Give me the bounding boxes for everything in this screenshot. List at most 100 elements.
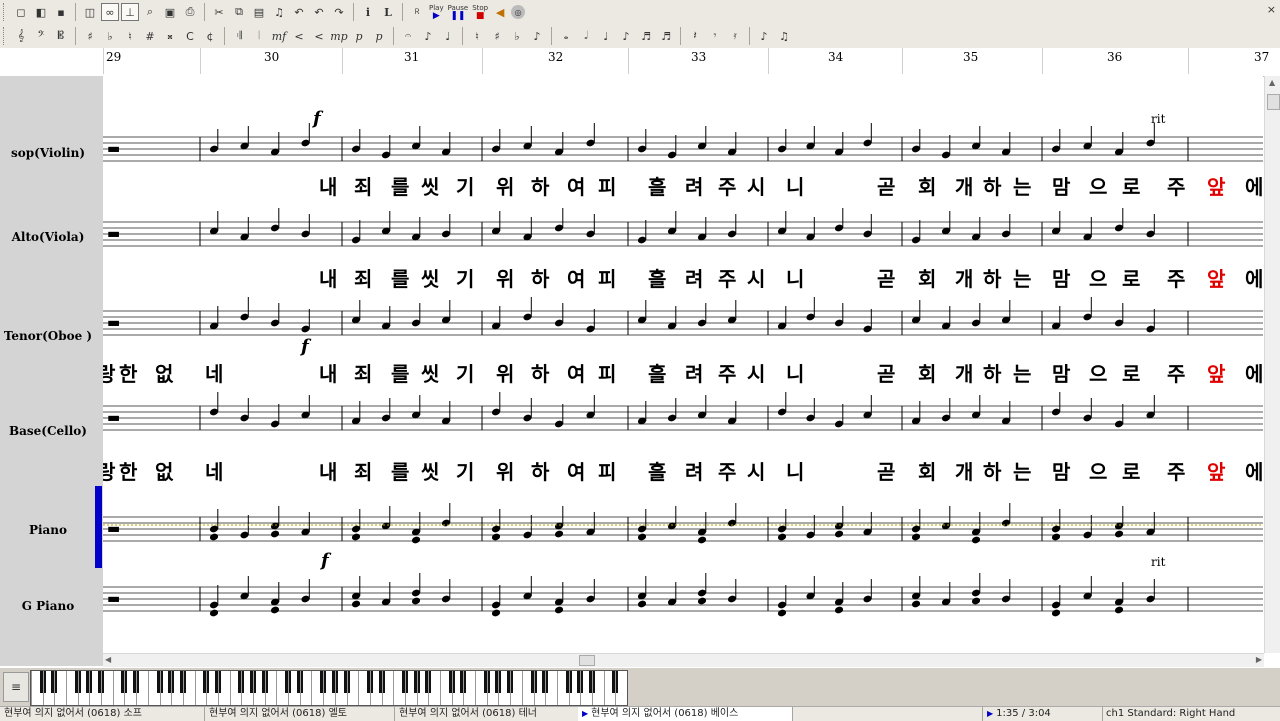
key-sharp-icon[interactable]: ♯: [81, 27, 99, 45]
thirty-second-note-icon[interactable]: ♬: [657, 27, 675, 45]
lyric-syllable: 내: [319, 460, 337, 484]
lyric-syllable: 주: [718, 267, 736, 291]
half-note-icon[interactable]: 𝅗𝅥: [577, 27, 595, 45]
track-tab-soprano[interactable]: 현부여 의지 없어서 (0618) 소프: [0, 707, 205, 721]
track-name-soprano[interactable]: sop(Violin): [0, 146, 96, 160]
crescendo-icon[interactable]: <: [290, 27, 308, 45]
sixteenth-rest-icon[interactable]: 𝄿: [726, 27, 744, 45]
measure-number: 36: [1107, 50, 1123, 64]
treble-clef-icon[interactable]: 𝄞: [12, 27, 30, 45]
undo-all-icon[interactable]: ↶: [290, 3, 308, 21]
flat-icon[interactable]: ♭: [508, 27, 526, 45]
sharp-icon[interactable]: ♯: [488, 27, 506, 45]
metronome-icon[interactable]: ◎: [511, 5, 526, 19]
dynamic-mp-icon[interactable]: mp: [330, 27, 348, 45]
score-canvas[interactable]: ▬ ▬ ▬ ▬ ▬ ▬ f f f rit rit 내 죄 를 씻 기 위 하 여 피 흘 려 주 시 니 곧 회 개 하 는 맘 으 로 주 앞 에…: [103, 76, 1263, 653]
cut-icon[interactable]: ✂: [210, 3, 228, 21]
save-icon[interactable]: ▪: [52, 3, 70, 21]
white-key-divider: [556, 671, 558, 705]
lyrics-icon[interactable]: L: [379, 3, 397, 21]
note-input-icon[interactable]: ♫: [270, 3, 288, 21]
scroll-right-icon[interactable]: ▶: [1256, 655, 1262, 664]
repeat-bar-icon[interactable]: 𝄇: [230, 27, 248, 45]
stop-button[interactable]: Stop ■: [471, 3, 489, 21]
ruler-tick: [482, 48, 483, 74]
measure-ruler[interactable]: 29 30 31 32 33 34 35 36 37: [0, 48, 1280, 77]
print-preview-icon[interactable]: ▣: [161, 3, 179, 21]
dynamic-p-icon[interactable]: p: [350, 27, 368, 45]
track-name-alto[interactable]: Alto(Viola): [0, 230, 96, 244]
vertical-scrollbar[interactable]: ▲: [1264, 76, 1280, 653]
track-tab-bass[interactable]: ▶ 현부여 의지 없어서 (0618) 베이스: [578, 707, 793, 721]
rest-icon: ▬: [107, 521, 120, 537]
toolbar-grip[interactable]: [3, 27, 7, 45]
chord-note-head: [491, 533, 501, 541]
cut-time-icon[interactable]: ¢: [201, 27, 219, 45]
pause-button[interactable]: Pause ❚❚: [447, 3, 470, 21]
dynamic-mf-icon[interactable]: mf: [270, 27, 288, 45]
speaker-icon[interactable]: ◀: [491, 3, 509, 21]
eighth-note-icon[interactable]: ♪: [617, 27, 635, 45]
dynamic-pp-icon[interactable]: p: [370, 27, 388, 45]
piano-keyboard[interactable]: [30, 670, 628, 706]
horizontal-scroll-thumb[interactable]: [579, 655, 595, 666]
decrescendo-icon[interactable]: <: [310, 27, 328, 45]
bass-clef-icon[interactable]: 𝄢: [32, 27, 50, 45]
barline-icon[interactable]: 𝄀: [250, 27, 268, 45]
toolbar-grip[interactable]: [3, 3, 7, 21]
beam-eighth-icon[interactable]: ♪: [755, 27, 773, 45]
eighth-rest-icon[interactable]: 𝄾: [706, 27, 724, 45]
lyric-syllable: 주: [718, 362, 736, 386]
vertical-scroll-thumb[interactable]: [1267, 94, 1280, 110]
track-name-bass[interactable]: Base(Cello): [0, 424, 96, 438]
chord-note-head: [554, 530, 564, 538]
horizontal-scrollbar[interactable]: ◀ ▶: [103, 653, 1264, 667]
fermata-icon[interactable]: 𝄐: [399, 27, 417, 45]
undo-icon[interactable]: ↶: [310, 3, 328, 21]
chord-note-head: [411, 536, 421, 544]
white-key-divider: [288, 671, 290, 705]
lyric-syllable: 하: [983, 362, 1002, 386]
close-icon[interactable]: ×: [1267, 3, 1276, 16]
ornament-icon[interactable]: ♩: [439, 27, 457, 45]
sixteenth-note-icon[interactable]: ♬: [637, 27, 655, 45]
redo-icon[interactable]: ↷: [330, 3, 348, 21]
white-key-divider: [580, 671, 582, 705]
paste-icon[interactable]: ▤: [250, 3, 268, 21]
scroll-left-icon[interactable]: ◀: [105, 655, 111, 664]
natural-icon[interactable]: ♮: [468, 27, 486, 45]
beam-group-icon[interactable]: ♫: [775, 27, 793, 45]
track-tab-alto[interactable]: 현부여 의지 없어서 (0618) 엘토: [205, 707, 395, 721]
page-view-icon[interactable]: ◫: [81, 3, 99, 21]
select-tool-icon[interactable]: ⊥: [121, 3, 139, 21]
track-name-piano[interactable]: Piano: [0, 523, 96, 537]
track-name-g-piano[interactable]: G Piano: [0, 599, 96, 613]
play-button[interactable]: Play ▶: [428, 3, 445, 21]
common-time-icon[interactable]: C: [181, 27, 199, 45]
scroll-up-icon[interactable]: ▲: [1269, 78, 1275, 87]
dot-icon[interactable]: ♪: [528, 27, 546, 45]
copy-icon[interactable]: ⧉: [230, 3, 248, 21]
alto-clef-icon[interactable]: 𝄡: [52, 27, 70, 45]
grace-note-icon[interactable]: ♪: [419, 27, 437, 45]
quarter-note-icon[interactable]: ♩: [597, 27, 615, 45]
key-flat-icon[interactable]: ♭: [101, 27, 119, 45]
track-name-tenor[interactable]: Tenor(Oboe ): [0, 329, 96, 343]
zoom-icon[interactable]: ⌕: [141, 3, 159, 21]
whole-note-icon[interactable]: 𝅝: [557, 27, 575, 45]
keyboard-toggle-icon[interactable]: ≡: [3, 672, 29, 702]
time-sig-icon[interactable]: #: [141, 27, 159, 45]
record-icon[interactable]: Ｒ: [408, 3, 426, 21]
key-natural-icon[interactable]: ♮: [121, 27, 139, 45]
lyric-syllable: 여: [567, 175, 585, 199]
quarter-rest-icon[interactable]: 𝄽: [686, 27, 704, 45]
open-file-icon[interactable]: ◧: [32, 3, 50, 21]
track-tab-tenor[interactable]: 현부여 의지 없어서 (0618) 테너: [395, 707, 580, 721]
glasses-view-icon[interactable]: ∞: [101, 3, 119, 21]
new-file-icon[interactable]: ◻: [12, 3, 30, 21]
lyric-syllable: 랑: [103, 460, 116, 484]
double-sharp-icon[interactable]: 𝄪: [161, 27, 179, 45]
info-icon[interactable]: i: [359, 3, 377, 21]
print-icon[interactable]: ⎙: [181, 3, 199, 21]
lyric-syllable: 기: [456, 362, 474, 386]
